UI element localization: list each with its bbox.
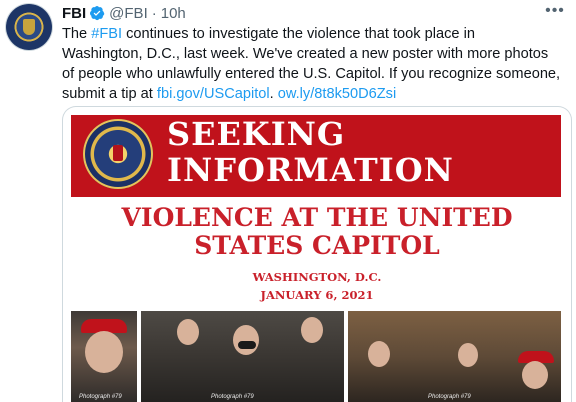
tweet-header: FBI @FBI · 10h	[62, 3, 186, 23]
face	[177, 319, 199, 345]
tweet-text-span: .	[269, 86, 278, 102]
face	[233, 325, 259, 355]
tweet-text-span: continues to investigate the violence th…	[122, 26, 475, 42]
poster-image[interactable]: SEEKING INFORMATION VIOLENCE AT THE UNIT…	[62, 106, 572, 402]
poster-subhead-line1: VIOLENCE AT THE UNITED	[121, 203, 513, 232]
verified-badge-icon	[90, 6, 105, 21]
tweet-text-span: The	[62, 26, 92, 42]
tweet-line: The #FBI continues to investigate the vi…	[62, 24, 572, 44]
author-handle[interactable]: @FBI	[109, 5, 148, 22]
tweet-link[interactable]: ow.ly/8t8k50D6Zsi	[278, 86, 396, 102]
photo-caption: Photograph #79	[428, 394, 471, 400]
timestamp[interactable]: 10h	[161, 5, 186, 22]
poster-subhead-line2: STATES CAPITOL	[194, 231, 440, 260]
separator-dot: ·	[151, 4, 157, 22]
face	[522, 361, 548, 389]
face	[458, 343, 478, 367]
tweet-line: submit a tip at fbi.gov/USCapitol. ow.ly…	[62, 84, 572, 104]
tweet-text-span: submit a tip at	[62, 86, 157, 102]
tweet-text-span: Washington, D.C., last week. We've creat…	[62, 46, 549, 62]
tweet-line: of people who unlawfully entered the U.S…	[62, 64, 572, 84]
poster-location: WASHINGTON, D.C.	[252, 270, 382, 284]
tweet-text: The #FBI continues to investigate the vi…	[62, 24, 572, 104]
face	[368, 341, 390, 367]
tweet-line: Washington, D.C., last week. We've creat…	[62, 44, 572, 64]
tweet[interactable]: FBI @FBI · 10h ••• The #FBI continues to…	[0, 0, 576, 402]
more-options-icon[interactable]: •••	[544, 2, 566, 20]
tweet-link[interactable]: fbi.gov/USCapitol	[157, 86, 270, 102]
poster-header-band: SEEKING INFORMATION	[71, 115, 561, 197]
poster-photos: Photograph #79 Photograph #79 Photograph…	[71, 311, 561, 402]
face	[85, 331, 123, 373]
suspect-photo-1: Photograph #79	[71, 311, 137, 402]
author-name[interactable]: FBI	[62, 5, 86, 22]
suspect-photo-3: Photograph #79	[348, 311, 561, 402]
poster-headline-seeking: SEEKING	[167, 115, 346, 153]
photo-caption: Photograph #79	[211, 394, 254, 400]
fbi-seal-avatar[interactable]	[6, 4, 52, 50]
face-mask	[238, 341, 256, 349]
tweet-text-span: of people who unlawfully entered the U.S…	[62, 66, 561, 82]
face	[301, 317, 323, 343]
fbi-seal-icon	[83, 119, 153, 189]
tweet-link[interactable]: #FBI	[91, 26, 122, 42]
poster-headline-information: INFORMATION	[167, 151, 454, 189]
photo-caption: Photograph #79	[79, 394, 122, 400]
suspect-photo-2: Photograph #79	[141, 311, 344, 402]
poster-date: JANUARY 6, 2021	[260, 288, 374, 302]
